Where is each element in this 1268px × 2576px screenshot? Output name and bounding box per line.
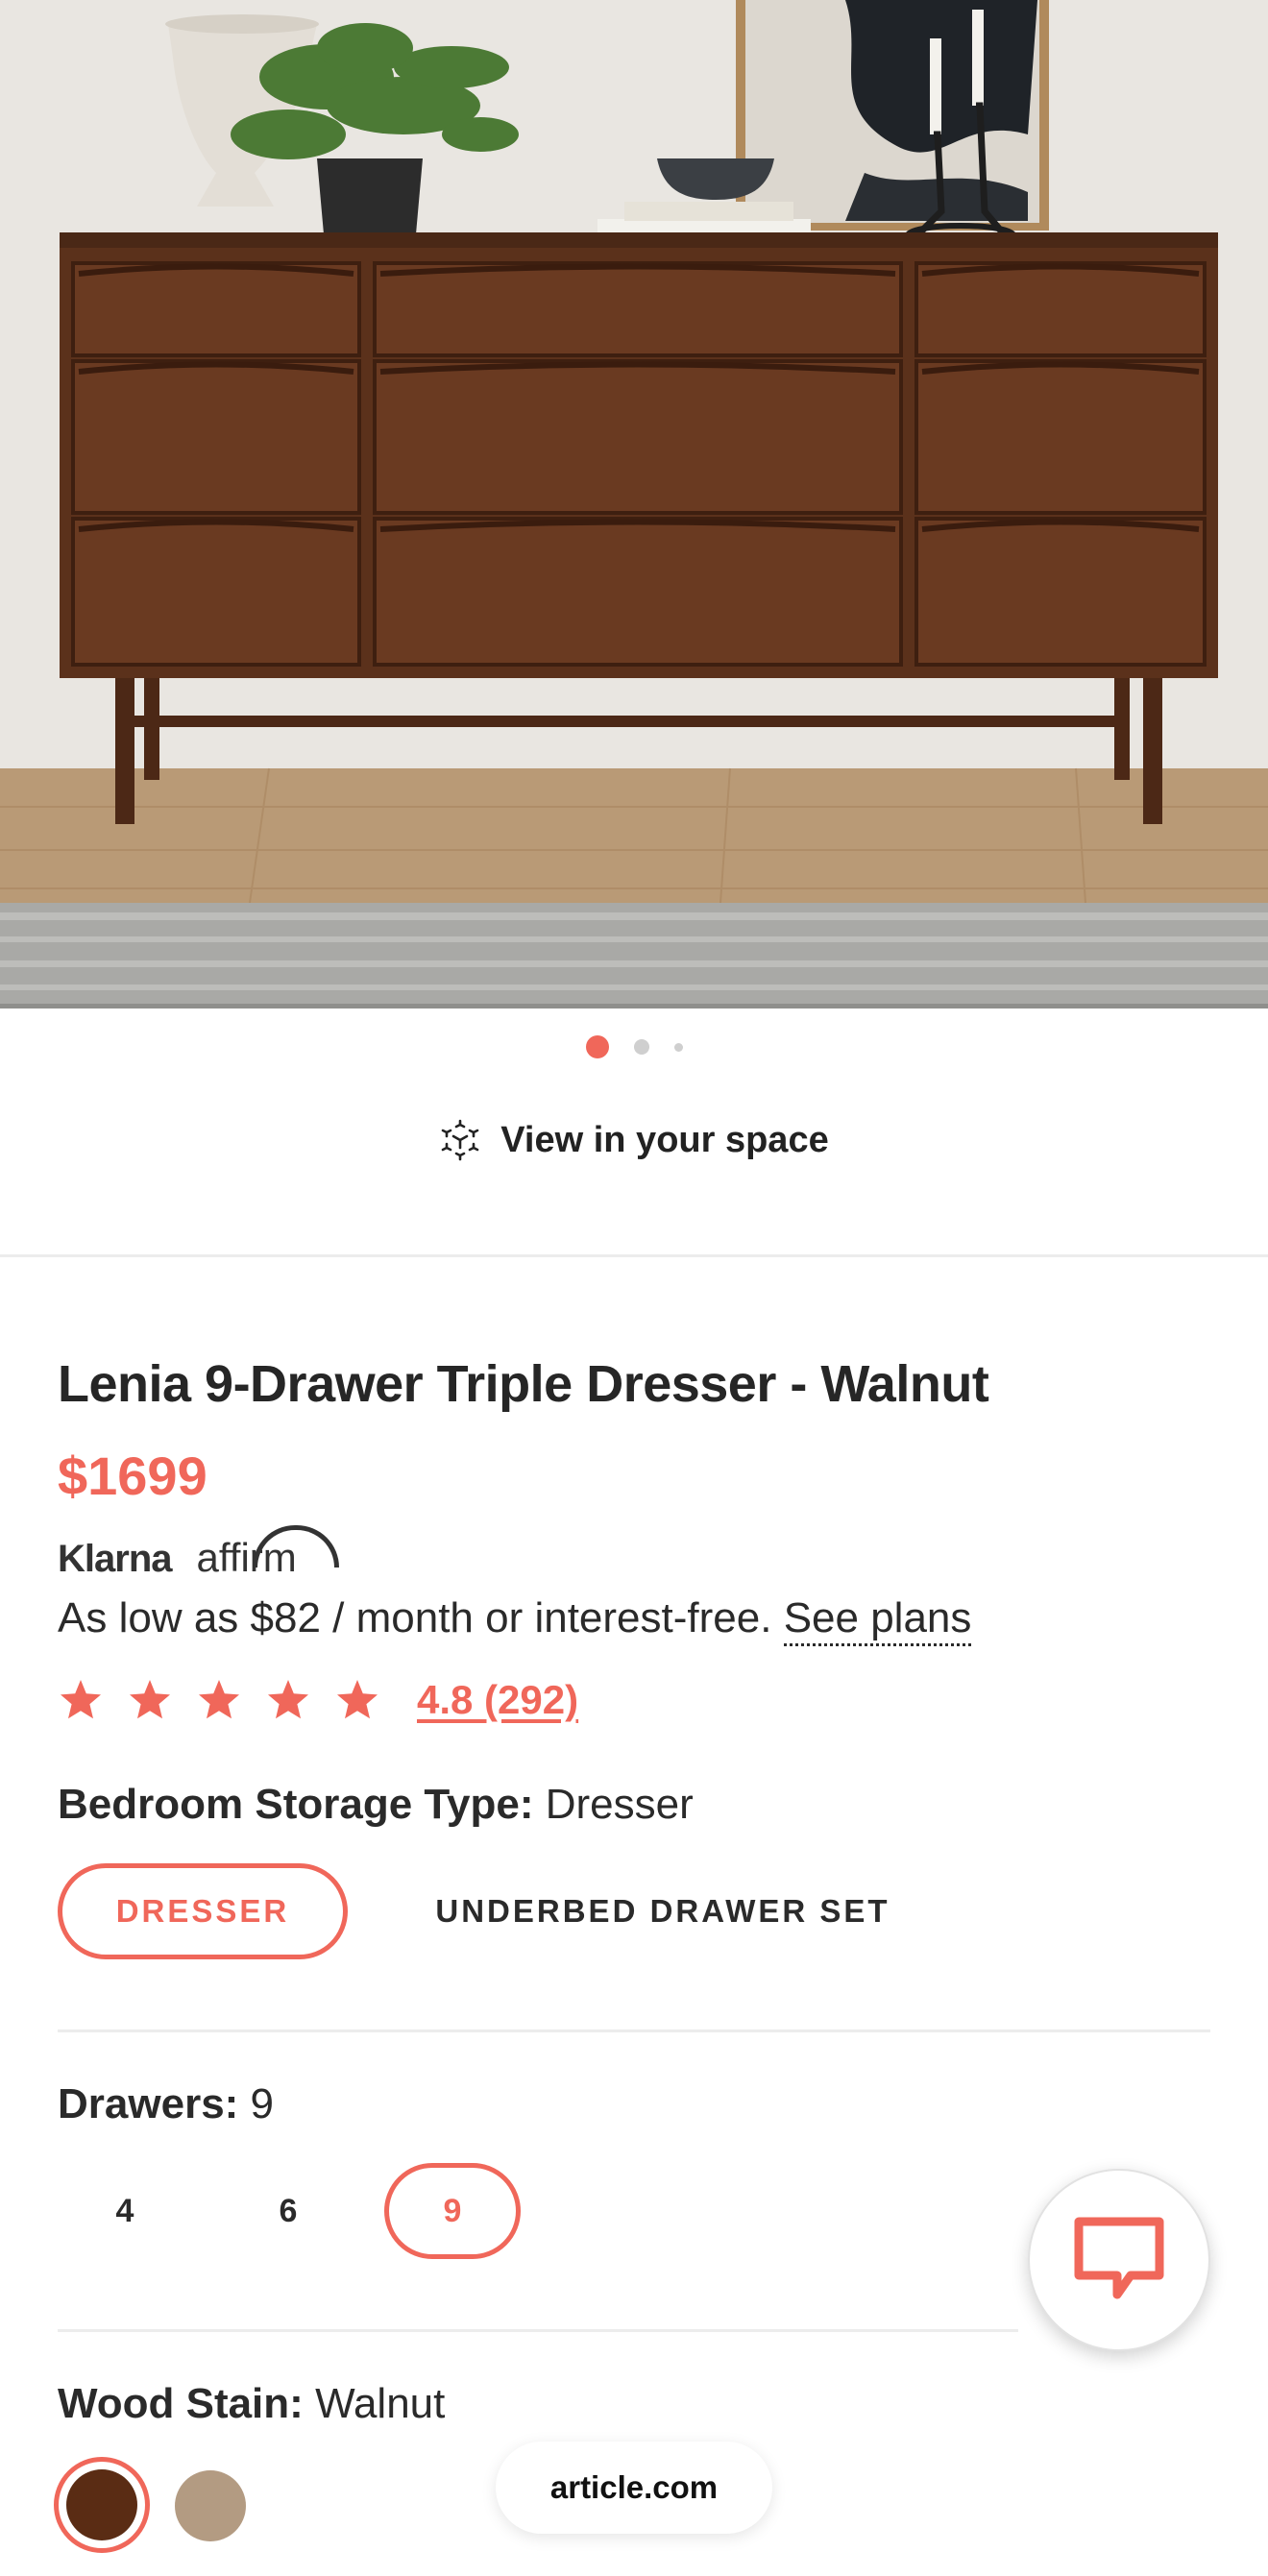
option-dresser[interactable]: DRESSER [58,1863,348,1959]
carousel-dot-3[interactable] [673,1042,683,1052]
chat-bubble-icon [1074,2217,1164,2299]
rating-link[interactable]: 4.8 (292) [417,1677,578,1723]
star-icon [337,1680,378,1719]
carousel-dot-1[interactable] [585,1035,609,1058]
product-rating[interactable]: 4.8 (292) [58,1677,578,1723]
product-title: Lenia 9-Drawer Triple Dresser - Walnut [58,1355,989,1413]
option-divider [58,2029,1210,2032]
option-drawers-9[interactable]: 9 [384,2163,521,2259]
drawers-value: 9 [250,2080,275,2127]
wood-stain-heading: Wood Stain: [58,2380,304,2427]
section-divider [0,1254,1268,1257]
drawers-label: Drawers: 9 [58,2080,274,2128]
financing-providers: Klarna affirm [58,1525,339,1581]
view-in-space-button[interactable]: View in your space [0,1119,1268,1161]
star-icon [268,1680,308,1719]
drawers-heading: Drawers: [58,2080,239,2127]
affirm-logo: affirm [197,1525,339,1581]
product-price: $1699 [58,1446,207,1506]
storage-type-label: Bedroom Storage Type: Dresser [58,1781,694,1829]
option-drawers-4[interactable]: 4 [58,2163,192,2259]
swatch-walnut-fill [66,2469,137,2540]
carousel-indicator[interactable] [0,1035,1268,1058]
dresser-photo [0,0,1268,1009]
storage-type-value: Dresser [545,1781,694,1828]
carousel-dot-2[interactable] [633,1039,649,1055]
storage-type-heading: Bedroom Storage Type: [58,1781,534,1828]
chat-button[interactable] [1028,2169,1210,2351]
wood-stain-label: Wood Stain: Walnut [58,2380,445,2428]
star-icon [130,1680,170,1719]
option-drawers-6[interactable]: 6 [221,2163,355,2259]
star-icon [199,1680,239,1719]
see-plans-link[interactable]: See plans [783,1594,972,1646]
wood-stain-value: Walnut [315,2380,446,2427]
ar-cube-icon [441,1119,479,1161]
swatch-walnut[interactable] [54,2457,150,2553]
view-in-space-label: View in your space [500,1119,829,1160]
option-divider [58,2329,1018,2332]
financing-text: As low as $82 / month or interest-free. … [58,1594,972,1646]
browser-url-bar[interactable]: article.com [496,2442,772,2534]
klarna-logo: Klarna [58,1538,172,1580]
star-icon [61,1680,101,1719]
swatch-oak[interactable] [175,2470,246,2541]
financing-message: As low as $82 / month or interest-free. [58,1594,772,1641]
option-underbed-drawer-set[interactable]: UNDERBED DRAWER SET [413,1863,913,1959]
product-image[interactable] [0,0,1268,1009]
